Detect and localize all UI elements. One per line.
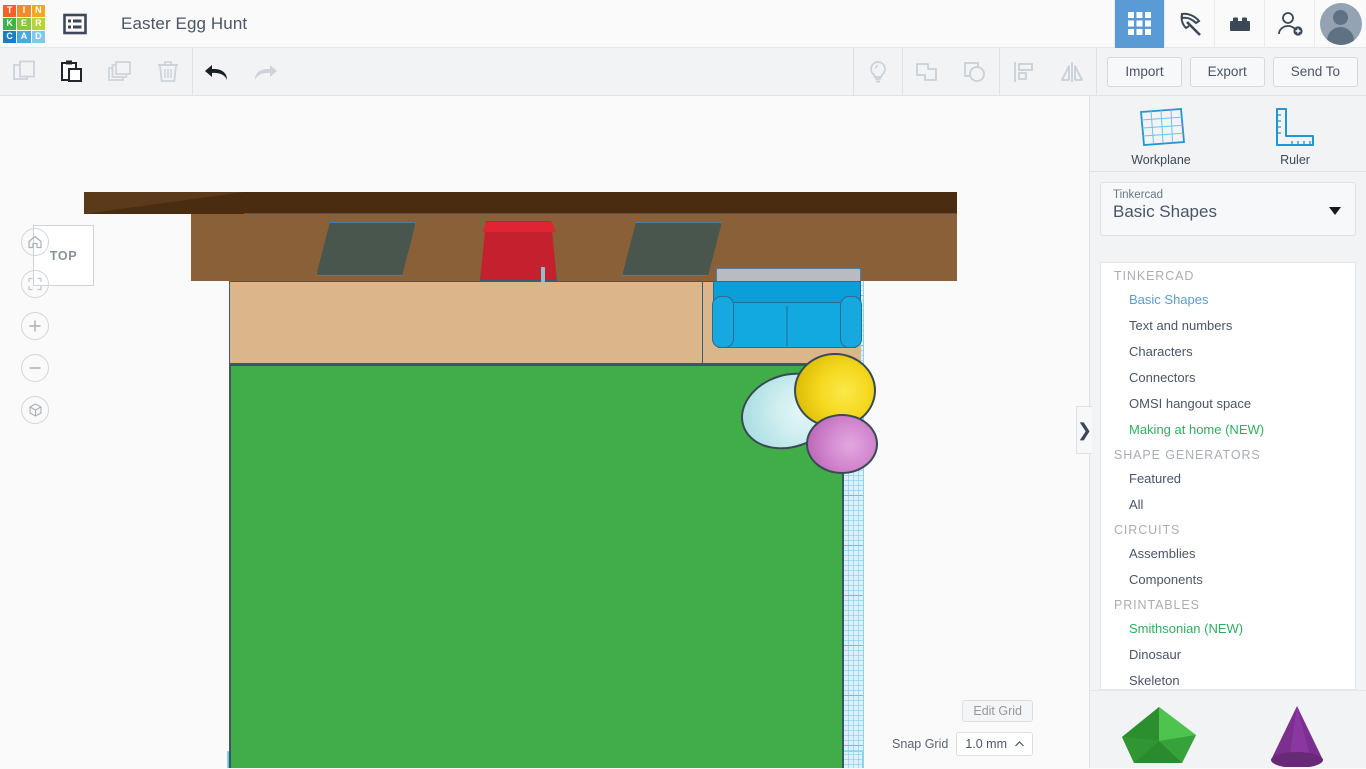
group-icon[interactable] xyxy=(903,48,951,96)
logo-tile-5: R xyxy=(31,17,45,30)
scene-window-left-frame xyxy=(316,222,416,276)
logo-tile-6: C xyxy=(3,30,17,43)
home-view-icon[interactable] xyxy=(21,228,49,256)
list-item-basic-shapes[interactable]: Basic Shapes xyxy=(1101,286,1355,312)
lightbulb-icon[interactable] xyxy=(854,48,902,96)
perspective-toggle-icon[interactable] xyxy=(21,396,49,424)
snap-grid-control: Snap Grid 1.0 mm xyxy=(892,732,1033,756)
workplane-tool-label: Workplane xyxy=(1131,153,1191,167)
fit-to-view-icon[interactable] xyxy=(21,270,49,298)
logo-tile-3: K xyxy=(3,17,17,30)
grid-apps-icon[interactable] xyxy=(1114,0,1164,48)
scene-door-top xyxy=(482,222,556,232)
header-tools xyxy=(1114,0,1366,48)
scene-sofa-arm-right xyxy=(840,296,862,348)
mirror-icon[interactable] xyxy=(1048,48,1096,96)
list-item-omsi-hangout-space[interactable]: OMSI hangout space xyxy=(1101,390,1355,416)
app-header: T I N K E R C A D Easter Egg Hunt xyxy=(0,0,1366,48)
list-item-text-and-numbers[interactable]: Text and numbers xyxy=(1101,312,1355,338)
scene-sofa-cushion-divider xyxy=(786,306,788,346)
panel-tools: Workplane Ruler xyxy=(1090,96,1366,172)
building-blocks-icon[interactable] xyxy=(1214,0,1264,48)
edit-grid-button[interactable]: Edit Grid xyxy=(962,700,1033,722)
logo-tile-2: N xyxy=(31,4,45,17)
ruler-tool-label: Ruler xyxy=(1280,153,1310,167)
list-item-all[interactable]: All xyxy=(1101,491,1355,517)
ruler-tool[interactable]: Ruler xyxy=(1256,106,1334,167)
list-menu-icon[interactable] xyxy=(51,0,99,48)
pickaxe-icon[interactable] xyxy=(1164,0,1214,48)
chevron-right-icon[interactable]: ❯ xyxy=(1076,406,1092,454)
user-avatar[interactable] xyxy=(1314,0,1366,48)
shape-library-select[interactable]: Tinkercad Basic Shapes xyxy=(1100,182,1356,236)
scene-sofa-arm-left xyxy=(712,296,734,348)
list-item-connectors[interactable]: Connectors xyxy=(1101,364,1355,390)
list-item-smithsonian[interactable]: Smithsonian (NEW) xyxy=(1101,615,1355,641)
library-owner: Tinkercad xyxy=(1113,189,1164,201)
avatar-image xyxy=(1319,2,1362,45)
list-item-assemblies[interactable]: Assemblies xyxy=(1101,540,1355,566)
box-shape-thumbnail[interactable] xyxy=(1104,701,1214,769)
list-item-components[interactable]: Components xyxy=(1101,566,1355,592)
align-icon[interactable] xyxy=(1000,48,1048,96)
add-person-icon[interactable] xyxy=(1264,0,1314,48)
export-button[interactable]: Export xyxy=(1189,56,1265,87)
ungroup-icon[interactable] xyxy=(951,48,999,96)
logo-tile-7: A xyxy=(17,30,31,43)
logo-tile-0: T xyxy=(3,4,17,17)
tinkercad-logo[interactable]: T I N K E R C A D xyxy=(3,4,45,43)
import-button[interactable]: Import xyxy=(1107,56,1182,87)
group-title-tinkercad: TINKERCAD xyxy=(1114,269,1195,283)
paste-icon[interactable] xyxy=(48,48,96,96)
duplicate-icon[interactable] xyxy=(96,48,144,96)
list-item-making-at-home[interactable]: Making at home (NEW) xyxy=(1101,416,1355,442)
shape-thumbnails xyxy=(1090,690,1366,768)
cone-shape-thumbnail[interactable] xyxy=(1242,701,1352,769)
send-to-button[interactable]: Send To xyxy=(1272,56,1358,87)
ruler-icon xyxy=(1276,108,1314,146)
edit-toolbar: Import Export Send To xyxy=(0,47,1366,96)
chevron-down-icon xyxy=(1329,207,1341,215)
snap-grid-select[interactable]: 1.0 mm xyxy=(956,732,1033,756)
scene-door-handle xyxy=(541,267,545,282)
group-title-circuits: CIRCUITS xyxy=(1114,523,1181,537)
logo-tile-1: I xyxy=(17,4,31,17)
3d-viewport[interactable]: Workplane TOP xyxy=(0,96,1089,768)
scene-deck xyxy=(229,281,703,364)
list-item-characters[interactable]: Characters xyxy=(1101,338,1355,364)
delete-trash-icon[interactable] xyxy=(144,48,192,96)
toolbar-divider-5 xyxy=(1096,47,1098,96)
list-item-skeleton[interactable]: Skeleton xyxy=(1101,667,1355,689)
snap-grid-label: Snap Grid xyxy=(892,737,949,751)
scene-window-right xyxy=(622,222,722,276)
list-item-featured[interactable]: Featured xyxy=(1101,465,1355,491)
workplane-tool[interactable]: Workplane xyxy=(1122,106,1200,167)
redo-arrow-icon[interactable] xyxy=(241,48,289,96)
shapes-panel: ❯ Workplane Ruler Tinkercad Basic Shapes… xyxy=(1076,96,1366,768)
logo-tile-8: D xyxy=(31,30,45,43)
page-title: Easter Egg Hunt xyxy=(121,13,248,33)
zoom-out-icon[interactable] xyxy=(21,354,49,382)
logo-tile-4: E xyxy=(17,17,31,30)
copy-icon[interactable] xyxy=(0,48,48,96)
shape-library-list[interactable]: TINKERCAD Basic Shapes Text and numbers … xyxy=(1100,262,1356,690)
snap-grid-value: 1.0 mm xyxy=(965,737,1007,751)
group-title-shape-generators: SHAPE GENERATORS xyxy=(1114,448,1261,462)
scene-egg-pink[interactable] xyxy=(806,414,878,474)
chevron-up-icon xyxy=(1015,741,1024,747)
zoom-in-icon[interactable] xyxy=(21,312,49,340)
workplane-icon xyxy=(1140,108,1185,146)
undo-arrow-icon[interactable] xyxy=(193,48,241,96)
group-title-printables: PRINTABLES xyxy=(1114,598,1200,612)
scene-roof-ridge xyxy=(84,192,957,214)
list-item-dinosaur[interactable]: Dinosaur xyxy=(1101,641,1355,667)
library-name: Basic Shapes xyxy=(1113,202,1217,221)
